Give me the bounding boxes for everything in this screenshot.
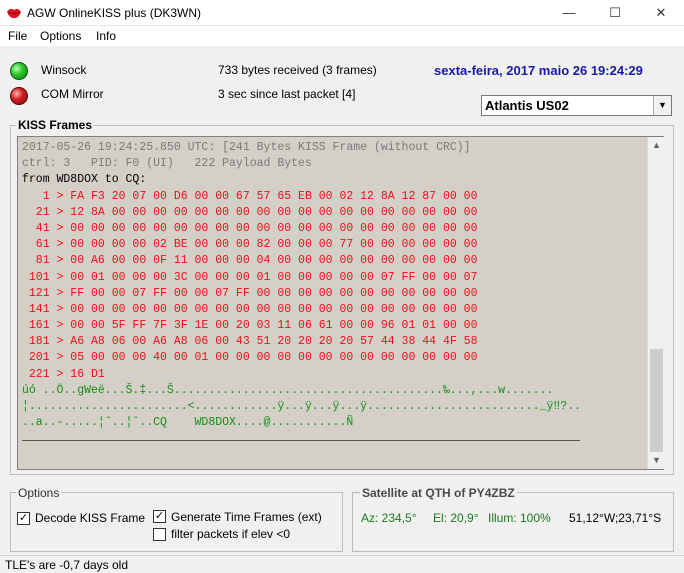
log-line: ..a..-.....¦ˆ..¦ˆ..CQ WD8DOX....@.......…: [22, 416, 354, 430]
decode-kiss-checkbox[interactable]: ✓: [17, 512, 30, 525]
log-line: 161 > 00 00 5F FF 7F 3F 1E 00 20 03 11 0…: [22, 319, 478, 333]
log-line: 221 > 16 D1: [22, 367, 105, 381]
menu-info[interactable]: Info: [96, 29, 116, 43]
com-mirror-label: COM Mirror: [41, 87, 104, 101]
status-bar: TLE's are -0,7 days old: [0, 555, 684, 573]
log-line: ctrl: 3 PID: F0 (UI) 222 Payload Bytes: [22, 157, 312, 171]
log-line: 141 > 00 00 00 00 00 00 00 00 00 00 00 0…: [22, 302, 478, 316]
azimuth-value: Az: 234,5°: [361, 511, 417, 525]
log-line: ¦.......................<............ÿ..…: [22, 400, 581, 413]
chevron-down-icon[interactable]: ▼: [653, 96, 671, 115]
kiss-frames-label: KISS Frames: [16, 118, 95, 132]
log-line: 1 > FA F3 20 07 00 D6 00 00 67 57 65 EB …: [22, 189, 478, 203]
satellite-select[interactable]: Atlantis US02 ▼: [481, 95, 672, 116]
satellite-select-value: Atlantis US02: [485, 98, 569, 113]
log-line: 2017-05-26 19:24:25.850 UTC: [241 Bytes …: [22, 141, 471, 154]
elevation-value: El: 20,9°: [433, 511, 479, 525]
log-line: úó ..Ö..gWeë...Š.‡...Š..................…: [22, 383, 554, 397]
generate-time-frames-label: Generate Time Frames (ext): [171, 510, 322, 524]
log-line: 121 > FF 00 00 07 FF 00 00 07 FF 00 00 0…: [22, 286, 478, 300]
datetime-display: sexta-feira, 2017 maio 26 19:24:29: [434, 63, 643, 78]
since-last-packet-text: 3 sec since last packet [4]: [218, 87, 356, 101]
winsock-status-led: [10, 62, 28, 80]
close-button[interactable]: ✕: [638, 0, 684, 26]
menu-options[interactable]: Options: [40, 29, 81, 43]
options-label: Options: [16, 486, 62, 500]
log-line: 201 > 05 00 00 00 40 00 01 00 00 00 00 0…: [22, 351, 478, 365]
tle-age-text: TLE's are -0,7 days old: [5, 558, 129, 572]
filter-packets-label: filter packets if elev <0: [171, 527, 291, 541]
scroll-down-icon[interactable]: ▼: [648, 452, 665, 469]
scroll-up-icon[interactable]: ▲: [648, 137, 665, 154]
log-line: 21 > 12 8A 00 00 00 00 00 00 00 00 00 00…: [22, 205, 478, 219]
filter-packets-checkbox[interactable]: [153, 528, 166, 541]
generate-time-frames-checkbox[interactable]: ✓: [153, 510, 166, 523]
title-bar: AGW OnlineKISS plus (DK3WN) — ☐ ✕: [0, 0, 684, 26]
maximize-button[interactable]: ☐: [592, 0, 638, 26]
log-lines: 2017-05-26 19:24:25.850 UTC: [241 Bytes …: [22, 140, 642, 431]
log-line: 181 > A6 A8 06 00 A6 A8 06 00 43 51 20 2…: [22, 335, 478, 349]
log-line: from WD8DOX to CQ:: [22, 173, 147, 187]
minimize-button[interactable]: —: [546, 0, 592, 26]
winsock-label: Winsock: [41, 63, 87, 77]
bytes-received-text: 733 bytes received (3 frames): [218, 63, 377, 77]
log-line: 61 > 00 00 00 00 02 BE 00 00 00 82 00 00…: [22, 238, 478, 252]
decode-kiss-label: Decode KISS Frame: [35, 511, 146, 525]
com-mirror-status-led: [10, 87, 28, 105]
log-line: 81 > 00 A6 00 00 0F 11 00 00 00 04 00 00…: [22, 254, 478, 268]
lips-icon: [7, 8, 21, 19]
log-line: 101 > 00 01 00 00 00 3C 00 00 00 01 00 0…: [22, 270, 478, 284]
window-title: AGW OnlineKISS plus (DK3WN): [27, 6, 202, 20]
scroll-thumb[interactable]: [650, 349, 663, 452]
position-value: 51,12°W;23,71°S: [569, 511, 662, 525]
satellite-qth-label: Satellite at QTH of PY4ZBZ: [360, 486, 517, 500]
log-line: 41 > 00 00 00 00 00 00 00 00 00 00 00 00…: [22, 221, 478, 235]
kiss-frames-log[interactable]: 2017-05-26 19:24:25.850 UTC: [241 Bytes …: [17, 136, 664, 470]
illumination-value: Illum: 100%: [488, 511, 551, 525]
log-scrollbar[interactable]: ▲ ▼: [647, 137, 664, 469]
menu-bar: File Options Info: [0, 26, 684, 46]
menu-file[interactable]: File: [8, 29, 27, 43]
log-separator: [22, 440, 580, 441]
